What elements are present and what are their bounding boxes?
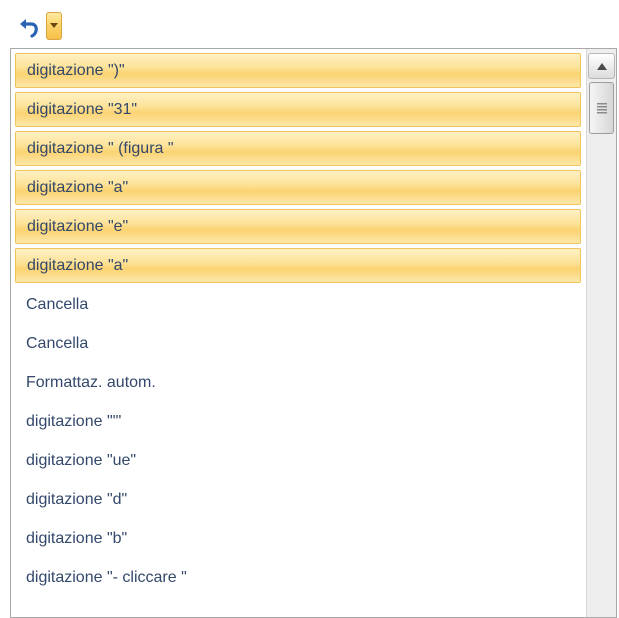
undo-history-item[interactable]: Cancella (15, 287, 581, 322)
undo-history-item[interactable]: digitazione ")" (15, 53, 581, 88)
undo-history-list: digitazione ")" digitazione "31" digitazio… (15, 53, 581, 599)
undo-history-item[interactable]: Formattaz. autom. (15, 365, 581, 400)
chevron-down-icon (50, 23, 58, 28)
undo-button[interactable] (14, 11, 44, 41)
quick-access-toolbar (0, 0, 619, 52)
undo-history-item[interactable]: digitazione "b" (15, 521, 581, 556)
undo-dropdown-button[interactable] (46, 12, 62, 40)
undo-history-item[interactable]: digitazione "ue" (15, 443, 581, 478)
undo-history-item[interactable]: digitazione " (figura " (15, 131, 581, 166)
undo-history-item[interactable]: digitazione "a" (15, 170, 581, 205)
scroll-up-arrow-icon (596, 62, 607, 70)
vertical-scrollbar[interactable] (586, 49, 616, 617)
undo-arrow-icon (20, 19, 38, 38)
undo-history-item[interactable]: digitazione "'" (15, 404, 581, 439)
scroll-up-button[interactable] (588, 53, 615, 79)
undo-history-panel: digitazione ")" digitazione "31" digitazio… (10, 48, 617, 618)
undo-history-item[interactable]: digitazione "- cliccare " (15, 560, 581, 595)
undo-history-item[interactable]: digitazione "d" (15, 482, 581, 517)
undo-history-item[interactable]: digitazione "31" (15, 92, 581, 127)
scroll-thumb[interactable] (589, 82, 614, 134)
undo-history-item[interactable]: digitazione "e" (15, 209, 581, 244)
undo-history-item[interactable]: digitazione "a" (15, 248, 581, 283)
undo-split-button[interactable] (14, 10, 62, 42)
scroll-thumb-grip-icon (596, 103, 607, 114)
undo-history-item[interactable]: Cancella (15, 326, 581, 361)
